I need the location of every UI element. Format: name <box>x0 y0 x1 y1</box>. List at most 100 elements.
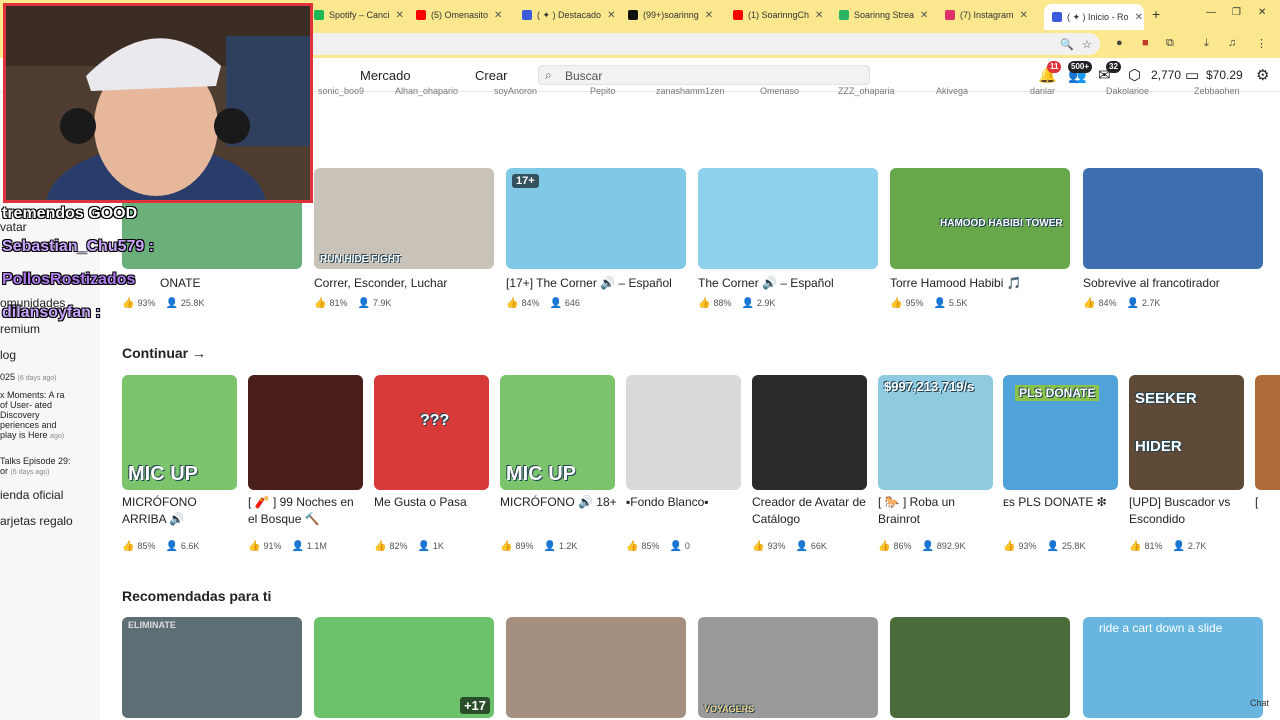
menu-icon[interactable]: ⋮ <box>1256 37 1267 50</box>
sidebar-item-shop[interactable]: ienda oficial <box>0 488 63 502</box>
close-icon[interactable]: ✕ <box>1135 12 1143 23</box>
game-thumbnail[interactable]: SEEKER HIDER <box>1129 375 1244 490</box>
game-thumbnail[interactable] <box>890 617 1070 718</box>
game-thumbnail[interactable]: ??? <box>374 375 489 490</box>
browser-tab[interactable]: (5) Omenasito ✕ <box>416 4 520 26</box>
browser-tab[interactable]: (99+)soarinng ✕ <box>628 4 732 26</box>
search-input[interactable]: ⌕ Buscar <box>538 65 870 85</box>
extension-icon[interactable]: ■ <box>1142 37 1149 49</box>
game-title[interactable]: The Corner 🔊 – Español <box>698 275 834 292</box>
extensions-puzzle-icon[interactable]: ⧉ <box>1166 37 1174 50</box>
robux-icon[interactable]: ⬡ <box>1128 66 1141 84</box>
game-thumbnail[interactable] <box>1083 168 1263 269</box>
nav-create[interactable]: Crear <box>475 68 508 83</box>
game-title[interactable]: MICRÓFONO ARRIBA 🔊 <box>122 494 240 528</box>
sidebar-item-premium[interactable]: remium <box>0 322 40 336</box>
nav-marketplace[interactable]: Mercado <box>360 68 411 83</box>
game-title[interactable]: Sobrevive al francotirador <box>1083 275 1220 292</box>
game-title[interactable]: [17+] The Corner 🔊 – Español <box>506 275 672 292</box>
blog-post[interactable]: x Moments: A ra of User- ated Discovery … <box>0 390 66 442</box>
close-icon[interactable]: ✕ <box>815 10 823 21</box>
close-window-button[interactable]: ✕ <box>1258 7 1266 18</box>
game-thumbnail[interactable] <box>752 375 867 490</box>
gift-card-balance[interactable]: $70.29 <box>1206 68 1243 82</box>
wallet-icon[interactable]: ▭ <box>1185 66 1199 84</box>
close-icon[interactable]: ✕ <box>705 10 713 21</box>
maximize-button[interactable]: ❐ <box>1232 7 1241 18</box>
friend-name[interactable]: Omenaso <box>760 86 799 96</box>
game-title[interactable]: [ 🐎 ] Roba un Brainrot <box>878 494 996 528</box>
friend-name[interactable]: sonic_boo9 <box>318 86 364 96</box>
game-thumbnail[interactable]: ELIMINATE <box>122 617 302 718</box>
friend-name[interactable]: ZZZ_ohaparia <box>838 86 895 96</box>
game-thumbnail[interactable]: HAMOOD HABIBI TOWER <box>890 168 1070 269</box>
extension-icon[interactable]: ● <box>1116 37 1123 49</box>
friend-name[interactable]: soyAnoron <box>494 86 537 96</box>
game-thumbnail[interactable] <box>698 168 878 269</box>
game-thumbnail[interactable]: ride a cart down a slide <box>1083 617 1263 718</box>
game-thumbnail[interactable] <box>248 375 363 490</box>
browser-tab[interactable]: Spotify – Canci ✕ <box>314 4 414 26</box>
friend-name[interactable]: Zebbaohen <box>1194 86 1240 96</box>
game-thumbnail[interactable]: +17 <box>314 617 494 718</box>
close-icon[interactable]: ✕ <box>396 10 404 21</box>
minimize-button[interactable]: — <box>1206 7 1216 18</box>
browser-tab[interactable]: ( ✦ ) Destacado ✕ <box>522 4 626 26</box>
game-title[interactable]: Creador de Avatar de Catálogo <box>752 494 870 528</box>
game-stats: 👍 85% 👤 0 <box>626 541 690 552</box>
url-field[interactable] <box>300 33 1100 55</box>
friend-name[interactable]: Dakolarioe <box>1106 86 1149 96</box>
notifications-badge: 11 <box>1047 61 1062 73</box>
kick-icon <box>839 10 849 20</box>
game-thumbnail[interactable]: PLS DONATE <box>1003 375 1118 490</box>
new-tab-button[interactable]: + <box>1152 6 1160 22</box>
game-thumbnail[interactable]: RUN HIDE FIGHT <box>314 168 494 269</box>
game-title[interactable]: Correr, Esconder, Luchar <box>314 275 447 292</box>
game-title[interactable]: [UPD] Buscador vs Escondido <box>1129 494 1247 528</box>
game-title[interactable]: ▪Fondo Blanco▪ <box>626 494 744 511</box>
friend-name[interactable]: Akivega <box>936 86 968 96</box>
settings-gear-icon[interactable]: ⚙ <box>1256 66 1269 84</box>
game-title[interactable]: [ <box>1255 494 1258 511</box>
sidebar-item-gift-cards[interactable]: arjetas regalo <box>0 514 73 528</box>
bookmark-star-icon[interactable]: ☆ <box>1082 38 1092 51</box>
friend-name[interactable]: Alhan_ohapario <box>395 86 458 96</box>
game-thumbnail[interactable] <box>1255 375 1280 490</box>
blog-post[interactable]: Talks Episode 29: or (6 days ago) <box>0 456 72 478</box>
game-thumbnail[interactable] <box>506 617 686 718</box>
friend-name[interactable]: zanashamm1zen <box>656 86 725 96</box>
game-thumbnail[interactable]: MIC UP <box>500 375 615 490</box>
blog-post[interactable]: 025 (6 days ago) <box>0 372 100 384</box>
game-title[interactable]: [ 🧨 ] 99 Noches en el Bosque 🔨 <box>248 494 366 528</box>
close-icon[interactable]: ✕ <box>607 10 615 21</box>
browser-tab[interactable]: (1) SoarinngCh ✕ <box>733 4 837 26</box>
game-thumbnail[interactable]: VOYAGERS <box>698 617 878 718</box>
download-icon[interactable]: ⤓ <box>1204 37 1209 50</box>
game-title[interactable]: ONATE <box>160 275 200 292</box>
close-icon[interactable]: ✕ <box>1020 10 1028 21</box>
browser-tab-active[interactable]: ( ✦ ) Inicio - Ro ✕ <box>1044 4 1144 30</box>
chat-username: PollosRostizados <box>2 271 136 288</box>
browser-tab[interactable]: Soarinng Strea ✕ <box>839 4 943 26</box>
section-title-continue[interactable]: Continuar → <box>122 345 206 361</box>
robux-balance[interactable]: 2,770 <box>1151 68 1181 82</box>
game-title[interactable]: Torre Hamood Habibi 🎵 <box>890 275 1022 292</box>
friend-name[interactable]: danlar <box>1030 86 1055 96</box>
section-title-recommended: Recomendadas para ti <box>122 588 272 604</box>
browser-tab[interactable]: (7) Instagram ✕ <box>945 4 1045 26</box>
game-title[interactable]: MICRÓFONO 🔊 18+ <box>500 494 618 511</box>
game-thumbnail[interactable] <box>626 375 741 490</box>
sidebar-item-blog[interactable]: log <box>0 348 16 362</box>
close-icon[interactable]: ✕ <box>920 10 928 21</box>
media-icon[interactable]: ♫ <box>1228 37 1236 49</box>
chat-button[interactable]: Chat <box>1250 698 1269 708</box>
game-title[interactable]: ᴇs PLS DONATE ❇ <box>1003 494 1121 511</box>
game-thumbnail[interactable]: $997,213,719/s <box>878 375 993 490</box>
game-thumbnail[interactable]: MIC UP <box>122 375 237 490</box>
players-icon: 👤 <box>933 298 946 309</box>
zoom-icon[interactable]: 🔍 <box>1060 38 1074 51</box>
game-title[interactable]: Me Gusta o Pasa <box>374 494 492 511</box>
close-icon[interactable]: ✕ <box>494 10 502 21</box>
game-thumbnail[interactable]: 17+ <box>506 168 686 269</box>
friend-name[interactable]: Pepito <box>590 86 616 96</box>
